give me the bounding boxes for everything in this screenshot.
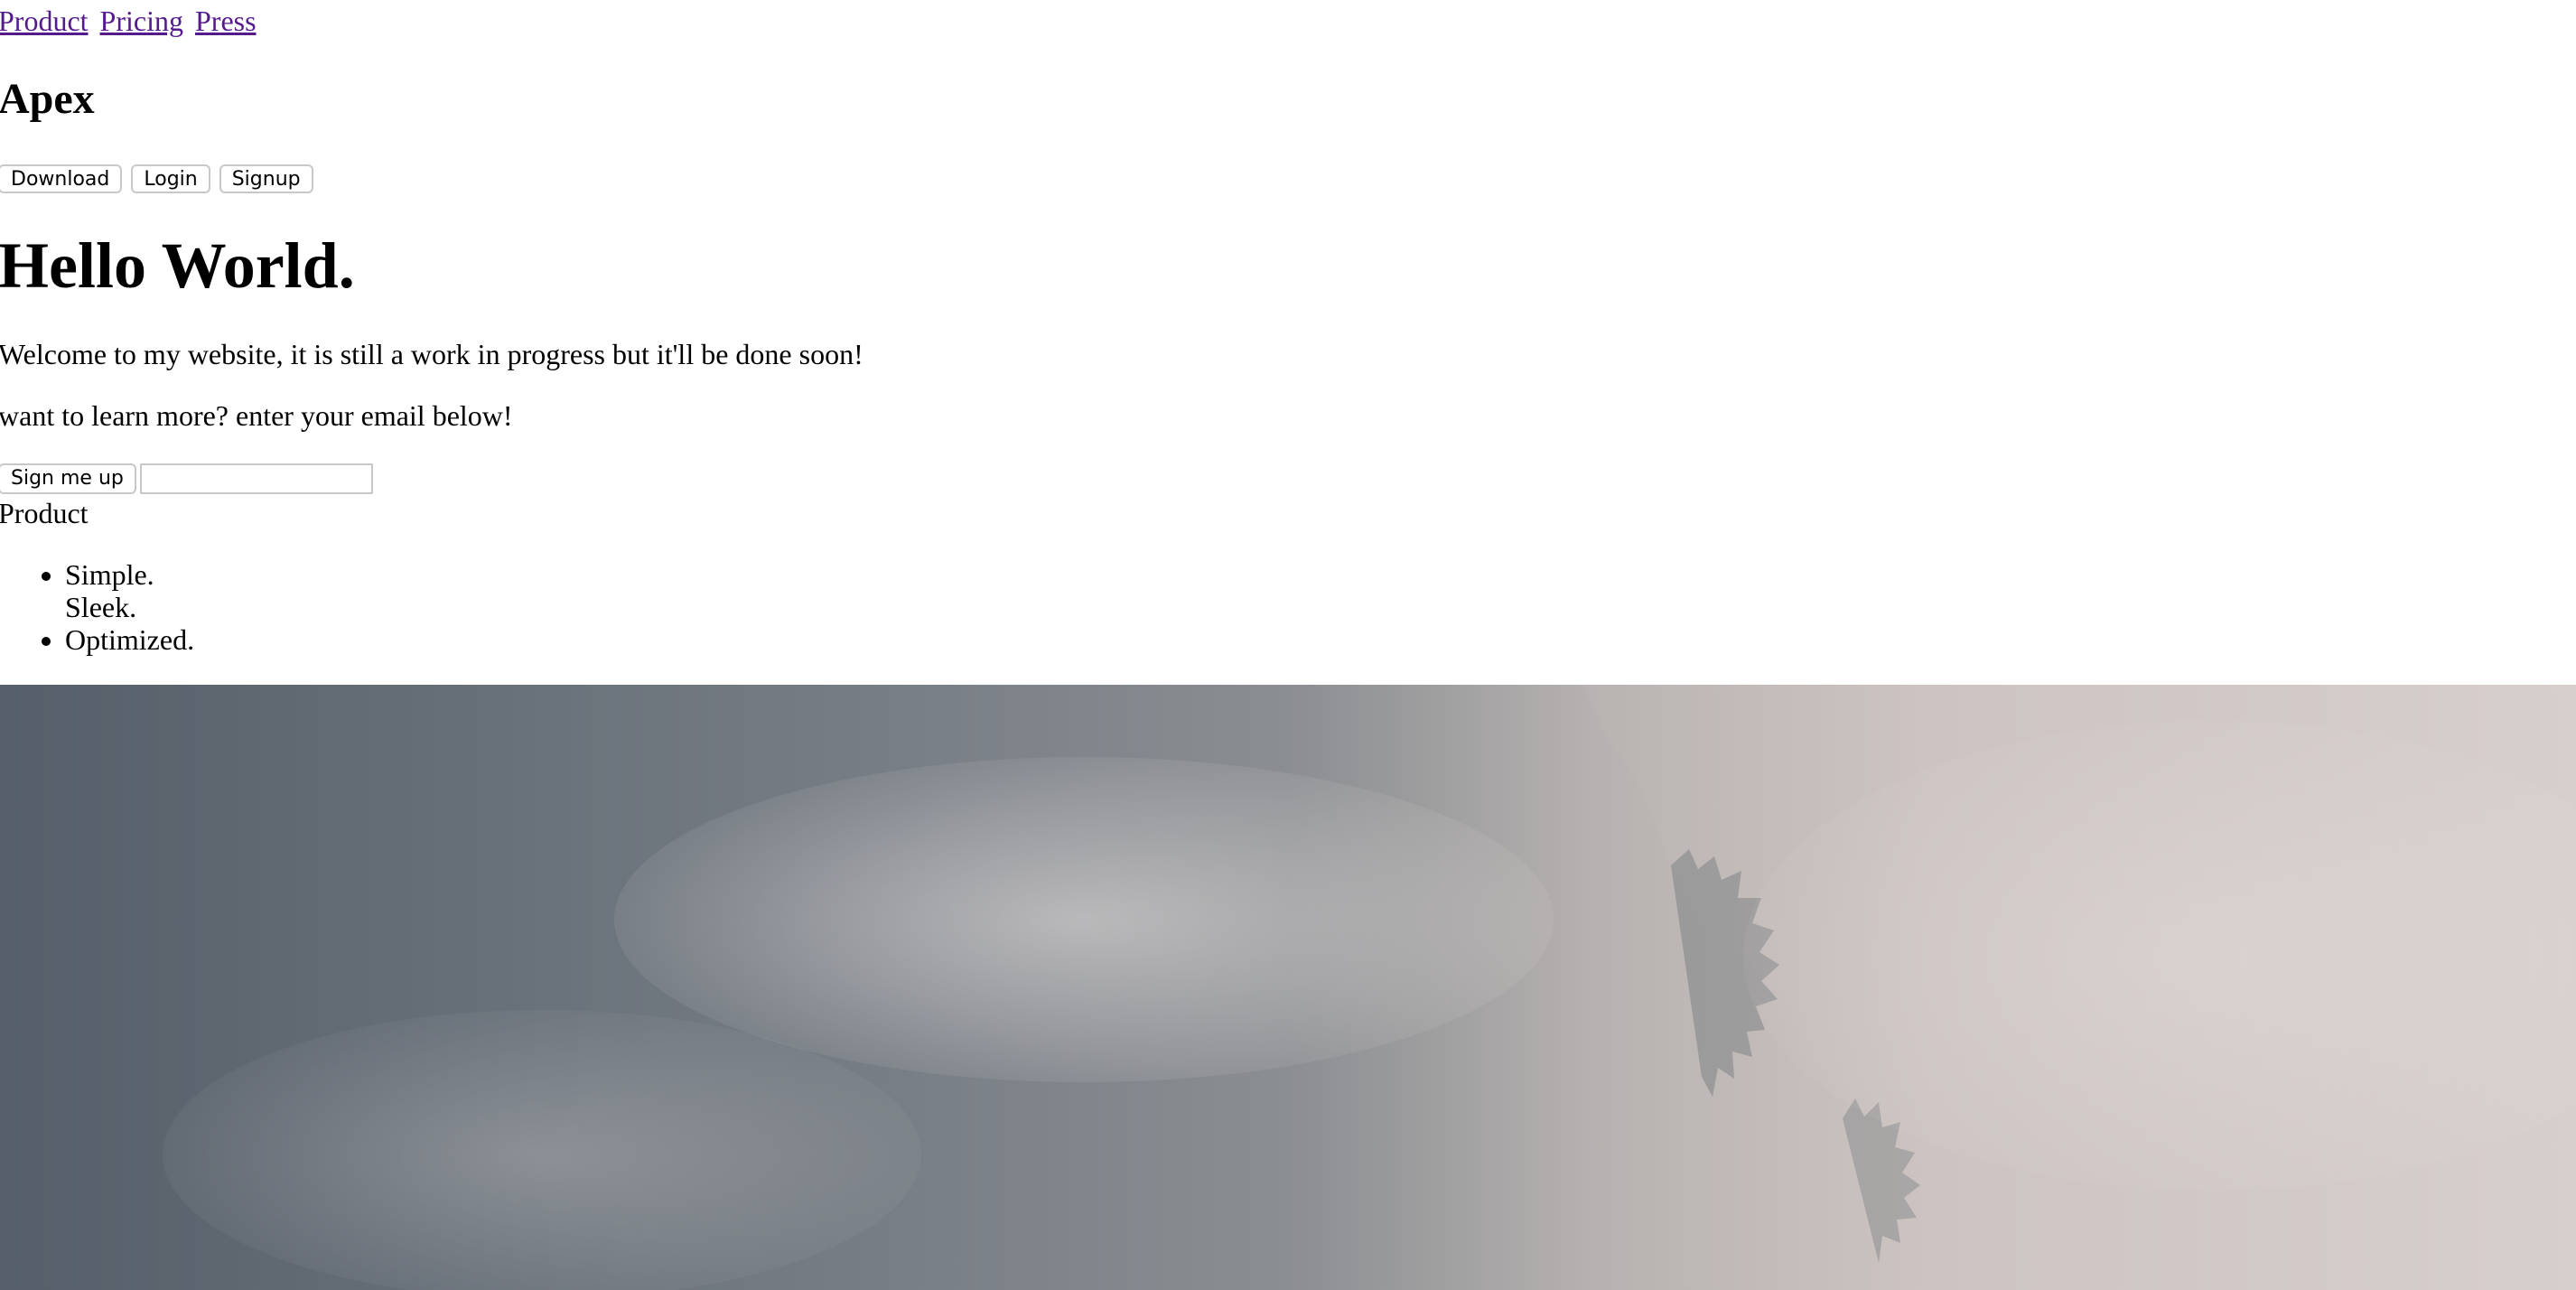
hero-subtitle: Welcome to my website, it is still a wor… <box>0 338 863 370</box>
feature-item: Simple. Sleek. <box>65 558 194 623</box>
signup-button[interactable]: Signup <box>219 164 313 193</box>
login-button[interactable]: Login <box>131 164 210 193</box>
hero-title: Hello World. <box>0 229 355 302</box>
feature-list: Simple. Sleek. Optimized. <box>36 558 194 656</box>
nav-link-product[interactable]: Product <box>0 5 89 37</box>
forest-silhouette-icon <box>0 685 2576 1290</box>
signup-form: Sign me up <box>0 463 373 494</box>
header-button-row: Download Login Signup <box>0 164 313 193</box>
nav-link-press[interactable]: Press <box>195 5 257 37</box>
email-input[interactable] <box>139 463 373 494</box>
download-button[interactable]: Download <box>0 164 123 193</box>
brand-name: Apex <box>0 75 95 123</box>
email-cta-text: want to learn more? enter your email bel… <box>0 399 513 432</box>
sign-me-up-button[interactable]: Sign me up <box>0 463 136 494</box>
feature-optimized: Optimized. <box>65 623 195 656</box>
product-section-label: Product <box>0 497 89 529</box>
foggy-forest-image <box>0 685 2576 1290</box>
feature-item: Optimized. <box>65 623 194 656</box>
nav-link-pricing[interactable]: Pricing <box>100 5 183 37</box>
feature-simple: Simple. <box>65 558 154 591</box>
page-content: Product Pricing Press Apex Download Logi… <box>0 0 2576 685</box>
top-nav: Product Pricing Press <box>0 0 261 42</box>
feature-sleek: Sleek. <box>65 591 137 623</box>
